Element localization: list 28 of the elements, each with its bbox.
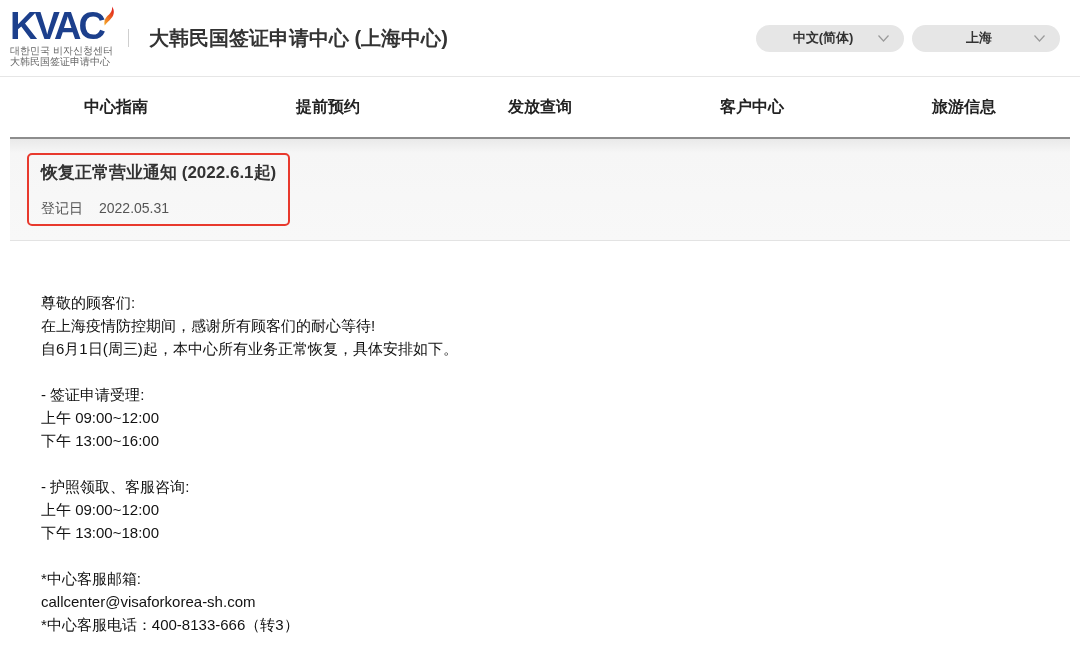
nav-link[interactable]: 客户中心 — [720, 95, 784, 119]
logo-subtitle: 大韩民国签证申请中心 — [10, 56, 110, 67]
notice-text: 自6月1日(周三)起，本中心所有业务正常恢复，具体安排如下。 — [41, 339, 458, 359]
nav-link[interactable]: 发放查询 — [508, 95, 572, 119]
notice-text: 尊敬的顾客们: — [41, 293, 136, 313]
notice-text: *中心客服邮箱: — [41, 569, 141, 589]
notice-text: 下午 13:00~18:00 — [41, 523, 159, 543]
notice-text: - 护照领取、客服咨询: — [41, 477, 190, 497]
nav-link[interactable]: 旅游信息 — [932, 95, 996, 119]
notice-text: callcenter@visaforkorea-sh.com — [41, 592, 256, 612]
notice-text: 下午 13:00~16:00 — [41, 431, 159, 451]
notice-text: 上午 09:00~12:00 — [41, 500, 159, 520]
notice-text: 在上海疫情防控期间，感谢所有顾客们的耐心等待! — [41, 316, 376, 336]
notice-text: - 签证申请受理: — [41, 385, 145, 405]
date-label: 登记日 — [41, 199, 83, 218]
logo-wordmark: KVAC — [10, 7, 103, 45]
notice-text: 上午 09:00~12:00 — [41, 408, 159, 428]
logo-subtitle: 대한민국 비자신청센터 — [10, 45, 114, 56]
post-date: 2022.05.31 — [99, 199, 170, 218]
dropdown-button[interactable]: 上海 — [912, 24, 1060, 52]
notice-title: 恢复正常营业通知 (2022.6.1起) — [41, 162, 277, 184]
dropdown-button[interactable]: 中文(简体) — [756, 24, 904, 52]
chevron-down-icon — [878, 34, 889, 42]
chevron-down-icon — [1034, 34, 1045, 42]
notice-text: *中心客服电话：400-8133-666（转3） — [41, 615, 299, 635]
nav-link[interactable]: 中心指南 — [84, 95, 148, 119]
nav-link[interactable]: 提前预约 — [296, 95, 360, 119]
site-title: 大韩民国签证申请中心 (上海中心) — [149, 26, 448, 51]
